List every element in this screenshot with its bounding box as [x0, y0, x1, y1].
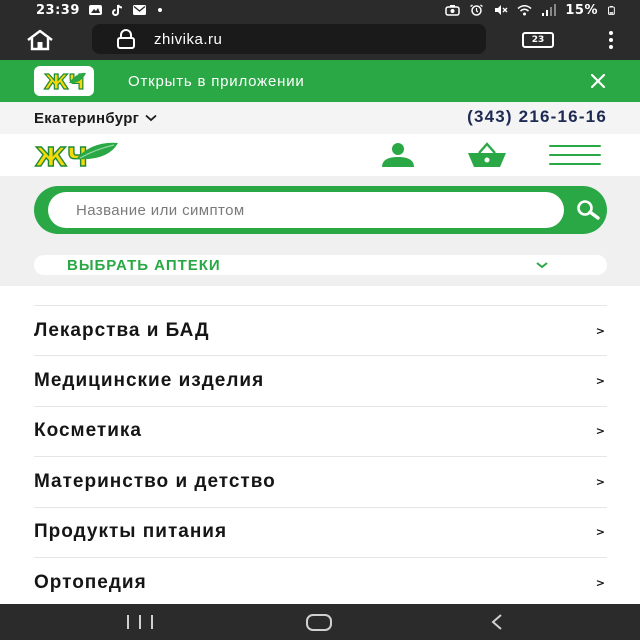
category-item-medicines[interactable]: Лекарства и БАД > [34, 305, 607, 355]
home-nav-icon[interactable] [306, 614, 332, 631]
browser-toolbar: zhivika.ru 23 [0, 20, 640, 60]
mute-icon [495, 5, 508, 15]
site-header: ЖЧ [0, 134, 640, 176]
category-label: Косметика [34, 420, 142, 442]
burger-menu-icon[interactable] [549, 145, 601, 165]
category-label: Продукты питания [34, 521, 228, 543]
search-section: ВЫБРАТЬ АПТЕКИ [0, 176, 640, 286]
category-item-orthopedics[interactable]: Ортопедия > [34, 556, 607, 607]
chevron-down-icon [536, 262, 548, 269]
category-label: Лекарства и БАД [34, 319, 210, 341]
url-text: zhivika.ru [154, 30, 223, 48]
system-navigation-bar [0, 604, 640, 640]
status-time: 23:39 [36, 2, 80, 18]
category-item-food[interactable]: Продукты питания > [34, 506, 607, 557]
more-vertical-icon[interactable] [604, 28, 618, 52]
dot-icon [157, 8, 162, 12]
zhivika-logo-icon: ЖЧ [43, 70, 86, 92]
select-pharmacy-dropdown[interactable]: ВЫБРАТЬ АПТЕКИ [34, 255, 607, 275]
search-icon [577, 200, 600, 220]
category-item-cosmetics[interactable]: Косметика > [34, 405, 607, 456]
cart-button[interactable] [466, 141, 508, 169]
user-icon [382, 143, 414, 167]
gallery-icon [88, 5, 102, 15]
address-bar[interactable]: zhivika.ru [92, 24, 486, 54]
home-icon [27, 29, 53, 51]
category-label: Медицинские изделия [34, 370, 265, 392]
camera-icon [445, 5, 461, 16]
signal-icon [542, 4, 557, 16]
city-name: Екатеринбург [34, 109, 140, 127]
browser-page: 23:39 15% zhivika.ru 23 ЖЧ Открыть в при… [0, 0, 640, 640]
search-button[interactable] [574, 198, 602, 222]
wifi-icon [517, 5, 532, 16]
category-item-medical-devices[interactable]: Медицинские изделия > [34, 355, 607, 405]
chevron-right-icon: > [595, 324, 605, 338]
mail-icon [132, 5, 146, 15]
browser-home-button[interactable] [20, 25, 60, 55]
profile-button[interactable] [378, 141, 418, 169]
chevron-right-icon: > [595, 576, 605, 590]
select-pharmacy-label: ВЫБРАТЬ АПТЕКИ [67, 256, 221, 274]
category-label: Материнство и детство [34, 470, 276, 492]
chevron-right-icon: > [595, 525, 605, 539]
city-selector[interactable]: Екатеринбург [34, 110, 157, 127]
chevron-right-icon: > [595, 374, 605, 388]
location-row: Екатеринбург (343) 216-16-16 [0, 102, 640, 134]
search-input[interactable] [48, 192, 564, 228]
chevron-down-icon [145, 113, 157, 123]
tab-switcher-button[interactable]: 23 [522, 32, 554, 48]
basket-icon [468, 142, 506, 167]
open-in-app-label[interactable]: Открыть в приложении [128, 73, 305, 90]
status-bar: 23:39 15% [0, 0, 640, 20]
open-in-app-banner[interactable]: ЖЧ Открыть в приложении [0, 60, 640, 102]
category-list: Лекарства и БАД > Медицинские изделия > … [34, 305, 607, 607]
app-logo: ЖЧ [34, 66, 94, 96]
chevron-right-icon: > [595, 475, 605, 489]
site-logo[interactable]: ЖЧ [34, 139, 120, 171]
tiktok-icon [111, 4, 122, 16]
close-icon[interactable] [586, 69, 610, 93]
category-label: Ортопедия [34, 571, 147, 593]
lock-icon [114, 27, 138, 51]
alarm-icon [470, 4, 484, 16]
phone-number-link[interactable]: (343) 216-16-16 [467, 107, 607, 127]
chevron-right-icon: > [595, 424, 605, 438]
category-item-maternity[interactable]: Материнство и детство > [34, 456, 607, 506]
battery-icon [607, 5, 615, 15]
battery-level: 15% [565, 2, 598, 18]
back-icon[interactable] [488, 613, 506, 631]
search-bar [34, 186, 607, 234]
recent-apps-icon[interactable] [127, 615, 153, 629]
